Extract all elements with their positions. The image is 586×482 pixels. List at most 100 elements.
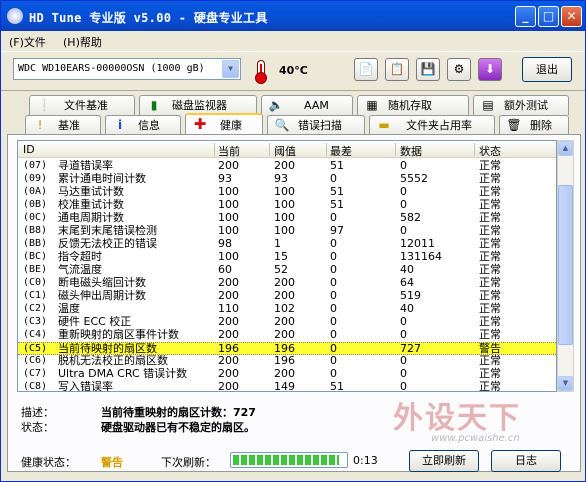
refresh-progress-fill [233, 455, 339, 465]
health-status-label: 健康状态： [21, 456, 76, 469]
copy-text-icon: 📄 [358, 62, 374, 76]
cell-data: 64 [400, 276, 414, 289]
attribute-id: (B8) [23, 225, 48, 236]
tab-row-top: ❕ 文件基准 ▮ 磁盘监视器 🔈 AAM ▦ 随机存取 ▤ 额外测试 [7, 95, 581, 115]
tab-aam[interactable]: 🔈 AAM [261, 95, 353, 115]
menu-help[interactable]: (H)帮助 [63, 34, 102, 50]
cell-threshold: 200 [274, 315, 295, 328]
cell-threshold: 15 [274, 250, 288, 263]
cell-current: 100 [218, 224, 239, 237]
cell-threshold: 200 [274, 159, 295, 172]
scroll-up-button[interactable]: ▲ [558, 141, 573, 156]
log-button[interactable]: 日志 [491, 450, 561, 472]
cell-worst: 0 [330, 315, 337, 328]
window-title: HD Tune 专业版 v5.00 - 硬盘专业工具 [29, 11, 268, 25]
attribute-name: 重新映射的扇区事件计数 [58, 329, 179, 341]
refresh-now-button[interactable]: 立即刷新 [409, 450, 479, 472]
exit-button[interactable]: 退出 [522, 57, 572, 82]
cell-data: 40 [400, 302, 414, 315]
cell-data: 0 [400, 198, 407, 211]
tab-error-scan[interactable]: 🔍 错误扫描 [267, 115, 365, 135]
title-bar[interactable]: HD Tune 专业版 v5.00 - 硬盘专业工具 _ □ ✕ [1, 1, 585, 31]
cell-current: 200 [218, 354, 239, 367]
attribute-name: 反馈无法校正的错误 [58, 238, 157, 250]
cell-worst: 0 [330, 276, 337, 289]
cell-threshold: 100 [274, 211, 295, 224]
cell-data: 40 [400, 263, 414, 276]
menu-file[interactable]: (F)文件 [9, 34, 46, 50]
tab-disk-monitor[interactable]: ▮ 磁盘监视器 [139, 95, 257, 115]
file-benchmark-icon: ❕ [36, 98, 52, 112]
close-button[interactable]: ✕ [561, 6, 582, 27]
attribute-name: 当前待映射的扇区数 [58, 343, 157, 355]
attribute-name: 磁头伸出周期计数 [58, 290, 146, 302]
tab-info[interactable]: i 信息 [105, 115, 181, 135]
table-row[interactable]: (C8) 写入错误率 200 149 51 0 正常 [18, 380, 556, 392]
col-status-header[interactable]: 状态 [479, 143, 501, 159]
cell-current: 200 [218, 367, 239, 380]
table-vertical-scrollbar[interactable]: ▲ ▼ [557, 140, 574, 392]
scroll-down-button[interactable]: ▼ [558, 376, 573, 391]
cell-current: 100 [218, 211, 239, 224]
refresh-timer: 0:13 [353, 454, 378, 467]
copy-text-button[interactable]: 📄 [354, 58, 378, 81]
cell-current: 100 [218, 250, 239, 263]
chevron-down-icon[interactable]: ▼ [222, 60, 239, 78]
cell-status: 正常 [479, 315, 501, 328]
tab-benchmark[interactable]: ! 基准 [25, 115, 101, 135]
cell-current: 200 [218, 276, 239, 289]
attribute-name: 温度 [58, 303, 80, 315]
cell-worst: 0 [330, 328, 337, 341]
attribute-id: (C8) [23, 381, 48, 392]
attribute-id: (C5) [23, 343, 48, 354]
state-label: 状态： [21, 421, 54, 434]
col-threshold-header[interactable]: 阈值 [274, 143, 296, 159]
download-button[interactable]: ⬇ [478, 58, 502, 81]
col-id-header[interactable]: ID [23, 143, 35, 156]
table-row[interactable]: (C4) 重新映射的扇区事件计数 200 200 0 0 正常 [18, 328, 556, 342]
description-value: 当前待重映射的扇区计数：727 [101, 406, 256, 419]
watermark-url: www.pcwaishe.cn [431, 433, 520, 444]
cell-threshold: 200 [274, 276, 295, 289]
drive-select[interactable]: WDC WD10EARS-00000OSN (1000 gB) ▼ [13, 58, 241, 80]
col-worst-header[interactable]: 最差 [330, 143, 352, 159]
cell-data: 0 [400, 159, 407, 172]
tab-extra-tests[interactable]: ▤ 额外测试 [473, 95, 569, 115]
error-scan-icon: 🔍 [274, 118, 290, 132]
extra-tests-icon: ▤ [482, 98, 494, 112]
attribute-id: (07) [23, 160, 48, 171]
attribute-id: (C3) [23, 316, 48, 327]
attribute-id: (C7) [23, 368, 48, 379]
cell-status: 正常 [479, 172, 501, 185]
col-current-header[interactable]: 当前 [218, 143, 240, 159]
cell-status: 正常 [479, 354, 501, 367]
save-button[interactable]: 💾 [416, 58, 440, 81]
minimize-button[interactable]: _ [515, 6, 536, 27]
cell-data: 0 [400, 315, 407, 328]
scroll-thumb[interactable] [558, 185, 573, 345]
tab-erase[interactable]: 🗑 删除 [499, 115, 569, 135]
options-button[interactable]: ⚙ [447, 58, 471, 81]
maximize-button[interactable]: □ [538, 6, 559, 27]
cell-status: 正常 [479, 224, 501, 237]
cell-status: 正常 [479, 302, 501, 315]
cell-data: 0 [400, 367, 407, 380]
cell-status: 正常 [479, 263, 501, 276]
tab-file-benchmark[interactable]: ❕ 文件基准 [29, 95, 135, 115]
attribute-name: 脱机无法校正的扇区数 [58, 355, 168, 367]
cell-status: 正常 [479, 185, 501, 198]
cell-current: 200 [218, 380, 239, 392]
smart-attribute-table[interactable]: ID 当前 阈值 最差 数据 状态 (07) 寻道错误率 200 200 51 0 正常 (0… [17, 140, 557, 392]
tab-health[interactable]: ✚ 健康 [185, 113, 263, 135]
col-data-header[interactable]: 数据 [400, 143, 422, 159]
tab-folder-usage[interactable]: ▬ 文件夹占用率 [369, 115, 495, 135]
attribute-id: (0B) [23, 199, 48, 210]
copy-screenshot-button[interactable]: 📋 [385, 58, 409, 81]
tab-random-access[interactable]: ▦ 随机存取 [357, 95, 469, 115]
cell-current: 200 [218, 328, 239, 341]
cell-threshold: 200 [274, 289, 295, 302]
cell-data: 5552 [400, 172, 428, 185]
cell-data: 519 [400, 289, 421, 302]
attribute-name: Ultra DMA CRC 错误计数 [58, 368, 188, 380]
table-row[interactable]: (B8) 末尾到末尾错误检测 100 100 97 0 正常 [18, 224, 556, 238]
